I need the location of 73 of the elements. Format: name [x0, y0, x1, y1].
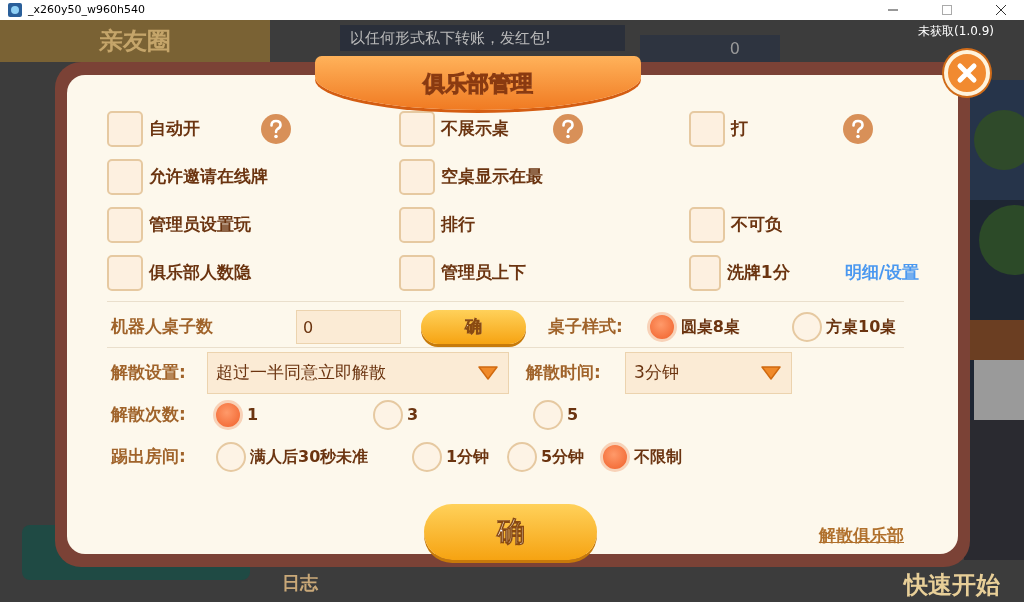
- option-label: 俱乐部人数隐: [149, 261, 252, 285]
- radio-button[interactable]: [533, 400, 563, 430]
- checkbox[interactable]: [399, 207, 435, 243]
- option-label: 管理员上下: [441, 261, 527, 285]
- option-label: 满人后30秒未准: [250, 446, 369, 468]
- close-icon[interactable]: [996, 5, 1006, 15]
- option-label: 空桌显示在最: [441, 165, 544, 189]
- dissolve-club-link[interactable]: 解散俱乐部: [819, 523, 904, 549]
- option-label: 1分钟: [446, 446, 490, 468]
- field-label: 踢出房间:: [110, 445, 187, 469]
- window-title: _x260y50_w960h540: [28, 1, 145, 18]
- help-icon[interactable]: [553, 114, 583, 144]
- confirm-button[interactable]: 确: [421, 310, 526, 344]
- checkbox[interactable]: [107, 159, 143, 195]
- quick-start-label[interactable]: 快速开始: [904, 570, 1000, 600]
- option-label: 3: [407, 404, 419, 426]
- option-label: 管理员设置玩: [149, 213, 252, 237]
- radio-button[interactable]: [507, 442, 537, 472]
- close-button[interactable]: [944, 50, 990, 96]
- score-field: 0: [640, 35, 780, 63]
- dialog-title: 俱乐部管理: [315, 56, 641, 110]
- checkbox[interactable]: [399, 111, 435, 147]
- field-label: 解散设置:: [109, 361, 187, 385]
- radio-button[interactable]: [412, 442, 442, 472]
- help-icon[interactable]: [261, 114, 291, 144]
- details-link[interactable]: 明细/设置: [844, 260, 919, 286]
- close-icon: [956, 62, 978, 84]
- checkbox[interactable]: [689, 207, 725, 243]
- maximize-icon[interactable]: [942, 5, 952, 15]
- checkbox[interactable]: [689, 111, 725, 147]
- checkbox[interactable]: [107, 111, 143, 147]
- field-label: 解散次数:: [109, 403, 187, 427]
- field-label: 桌子样式:: [548, 315, 624, 339]
- radio-button[interactable]: [792, 312, 823, 342]
- dropdown-value: 3分钟: [634, 361, 679, 385]
- option-label: 不限制: [634, 446, 682, 468]
- help-icon[interactable]: [843, 114, 873, 144]
- caret-icon: [761, 366, 781, 380]
- checkbox[interactable]: [399, 255, 435, 291]
- radio-button[interactable]: [373, 400, 403, 430]
- option-label: 5: [567, 404, 579, 426]
- radio-button[interactable]: [216, 442, 246, 472]
- club-title-banner: 亲友圈: [0, 20, 270, 62]
- option-label: 5分钟: [541, 446, 585, 468]
- field-label: 解散时间:: [526, 361, 602, 385]
- option-label: 1: [247, 404, 259, 426]
- option-label: 不展示桌: [441, 117, 510, 141]
- caret-icon: [478, 366, 498, 380]
- radio-button[interactable]: [213, 400, 243, 430]
- dropdown-value: 超过一半同意立即解散: [216, 361, 386, 385]
- radio-button[interactable]: [646, 312, 677, 342]
- dropdown[interactable]: 超过一半同意立即解散: [207, 352, 509, 394]
- checkbox[interactable]: [399, 159, 435, 195]
- app-icon: [8, 3, 22, 17]
- option-label: 洗牌1分: [726, 261, 791, 285]
- checkbox[interactable]: [107, 255, 143, 291]
- robot-count-input[interactable]: 0: [296, 310, 401, 344]
- dropdown[interactable]: 3分钟: [625, 352, 792, 394]
- checkbox[interactable]: [689, 255, 721, 291]
- version-text: 未获取(1.0.9): [918, 23, 994, 40]
- radio-button[interactable]: [600, 442, 630, 472]
- option-label: 允许邀请在线牌: [149, 165, 268, 189]
- confirm-button[interactable]: 确: [424, 504, 597, 560]
- field-label: 机器人桌子数: [110, 315, 214, 339]
- option-label: 自动开: [149, 117, 201, 141]
- option-label: 不可负: [731, 213, 783, 237]
- notice-text: 以任何形式私下转账，发红包!: [340, 25, 625, 51]
- log-label[interactable]: 日志: [282, 569, 318, 596]
- option-label: 打: [731, 117, 749, 141]
- option-label: 方桌10桌: [826, 316, 897, 338]
- option-label: 圆桌8桌: [680, 316, 740, 338]
- checkbox[interactable]: [107, 207, 143, 243]
- option-label: 排行: [441, 213, 476, 237]
